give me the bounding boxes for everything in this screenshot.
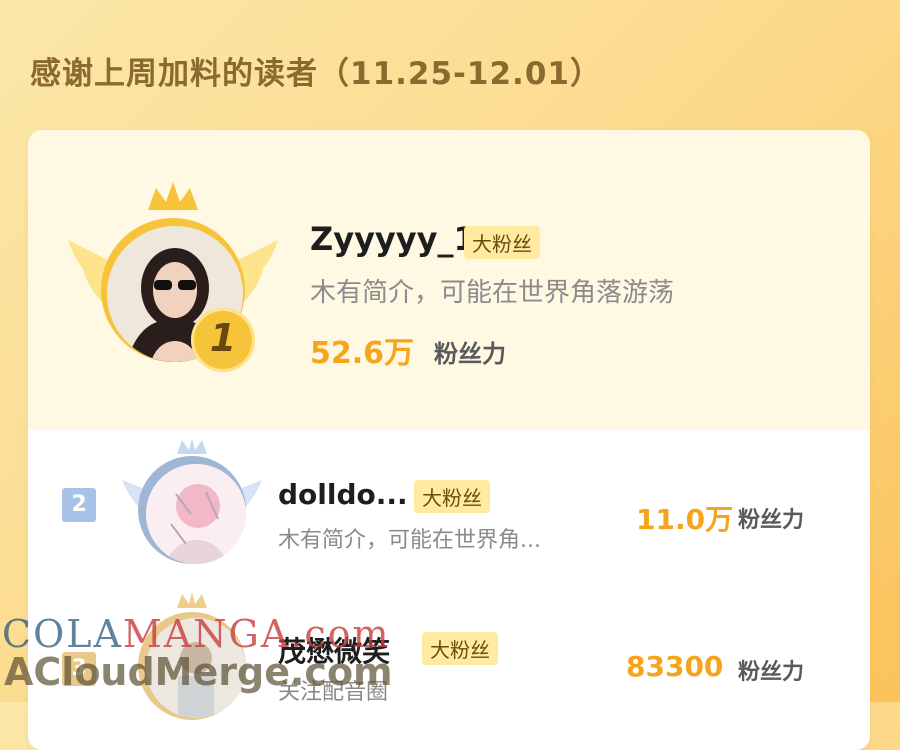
fan-power-value: 52.6万 (310, 336, 415, 371)
avatar-illustration-icon (146, 464, 246, 564)
reader-list: 2 dolldo... 大粉丝 木有简介，可能在世界角... 11.0万 粉丝力 (28, 430, 870, 750)
fan-power-label: 粉丝力 (738, 508, 805, 533)
first-place-row[interactable]: 1 Zyyyyy_1 大粉丝 木有简介，可能在世界角落游荡 52.6万 粉丝力 (28, 130, 870, 430)
reader-name[interactable]: Zyyyyy_1 (310, 220, 476, 258)
reader-name[interactable]: dolldo... (278, 478, 408, 511)
avatar[interactable] (146, 464, 246, 564)
rank-2-badge: 2 (62, 488, 96, 522)
watermark-acloudmerge: ACloudMerge.com (4, 650, 393, 694)
reader-description: 木有简介，可能在世界角... (278, 528, 541, 553)
rank-number: 1 (209, 316, 237, 360)
page-title: 感谢上周加料的读者（11.25-12.01） (30, 56, 602, 92)
fan-badge: 大粉丝 (422, 632, 498, 665)
rank-1-medal: 1 (191, 308, 255, 372)
fan-power-label: 粉丝力 (738, 660, 805, 685)
fan-badge: 大粉丝 (464, 226, 540, 259)
fan-power-value: 11.0万 (636, 503, 734, 536)
list-item[interactable]: 2 dolldo... 大粉丝 木有简介，可能在世界角... 11.0万 粉丝力 (28, 430, 870, 580)
fan-power-value: 83300 (626, 650, 724, 683)
reader-description: 木有简介，可能在世界角落游荡 (310, 278, 675, 308)
fan-power-label: 粉丝力 (434, 340, 506, 368)
fan-badge: 大粉丝 (414, 480, 490, 513)
